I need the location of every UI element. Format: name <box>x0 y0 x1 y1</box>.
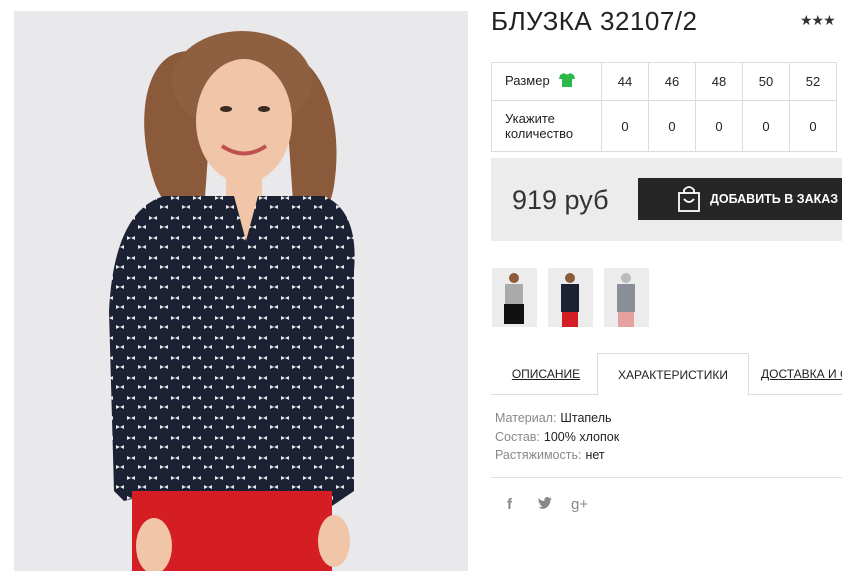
size-cell: 46 <box>648 62 696 101</box>
quantity-label-line2: количество <box>505 126 574 141</box>
size-cell: 48 <box>695 62 743 101</box>
size-label-cell: Размер <box>491 62 602 101</box>
tab-characteristics-label: ХАРАКТЕРИСТИКИ <box>617 367 728 382</box>
product-title: БЛУЗКА 32107/2 <box>491 6 698 36</box>
twitter-icon[interactable] <box>538 496 552 513</box>
spec-row: Состав: 100% хлопок <box>495 428 619 447</box>
spec-value: Штапель <box>560 411 612 425</box>
size-row: Размер 44 46 48 50 52 <box>491 62 837 101</box>
spec-key: Растяжимость: <box>495 448 582 462</box>
spec-row: Материал: Штапель <box>495 409 619 428</box>
thumbnail-2[interactable] <box>548 268 593 327</box>
price: 919 руб <box>512 185 609 215</box>
quantity-input[interactable]: 0 <box>789 100 837 152</box>
main-product-photo[interactable] <box>14 11 468 571</box>
quantity-input[interactable]: 0 <box>648 100 696 152</box>
tab-delivery-label: ДОСТАВКА И О <box>761 367 842 381</box>
specs-list: Материал: Штапель Состав: 100% хлопок Раст… <box>495 409 619 465</box>
spec-key: Материал: <box>495 411 557 425</box>
spec-value: нет <box>585 448 605 462</box>
tab-characteristics[interactable]: ХАРАКТЕРИСТИКИ <box>597 353 749 396</box>
quantity-input[interactable]: 0 <box>695 100 743 152</box>
tab-delivery[interactable]: ДОСТАВКА И О <box>761 353 842 395</box>
quantity-label-cell: Укажите количество <box>491 100 602 152</box>
add-to-order-label: ДОБАВИТЬ В ЗАКАЗ <box>710 192 839 206</box>
spec-value: 100% хлопок <box>543 429 620 444</box>
spec-row: Растяжимость: нет <box>495 446 619 465</box>
tshirt-icon[interactable] <box>559 73 576 90</box>
tab-description-label: ОПИСАНИЕ <box>511 367 581 381</box>
quantity-input[interactable]: 0 <box>601 100 649 152</box>
product-tabs: ОПИСАНИЕ ХАРАКТЕРИСТИКИ ДОСТАВКА И О <box>491 353 842 396</box>
tab-description[interactable]: ОПИСАНИЕ <box>491 353 601 395</box>
size-label: Размер <box>505 72 550 88</box>
spec-key: Состав: <box>495 429 540 444</box>
thumbnail-3[interactable] <box>604 268 649 327</box>
size-cell: 44 <box>601 62 649 101</box>
quantity-row: Укажите количество 0 0 0 0 0 <box>491 100 837 152</box>
shopping-bag-icon <box>678 186 700 215</box>
thumbnail-1[interactable] <box>492 268 537 327</box>
size-quantity-table: Размер 44 46 48 50 52 Укажите количество… <box>491 62 837 152</box>
facebook-icon[interactable]: f <box>507 496 512 513</box>
size-cell: 50 <box>742 62 790 101</box>
rating-stars[interactable]: ★★★ <box>800 12 836 29</box>
social-divider <box>491 477 842 478</box>
googleplus-icon[interactable]: g+ <box>571 496 588 513</box>
add-to-order-button[interactable]: ДОБАВИТЬ В ЗАКАЗ <box>638 178 842 220</box>
price-box: 919 руб ДОБАВИТЬ В ЗАКАЗ <box>491 158 842 241</box>
size-cell: 52 <box>789 62 837 101</box>
quantity-input[interactable]: 0 <box>742 100 790 152</box>
quantity-label-line1: Укажите <box>505 111 555 126</box>
